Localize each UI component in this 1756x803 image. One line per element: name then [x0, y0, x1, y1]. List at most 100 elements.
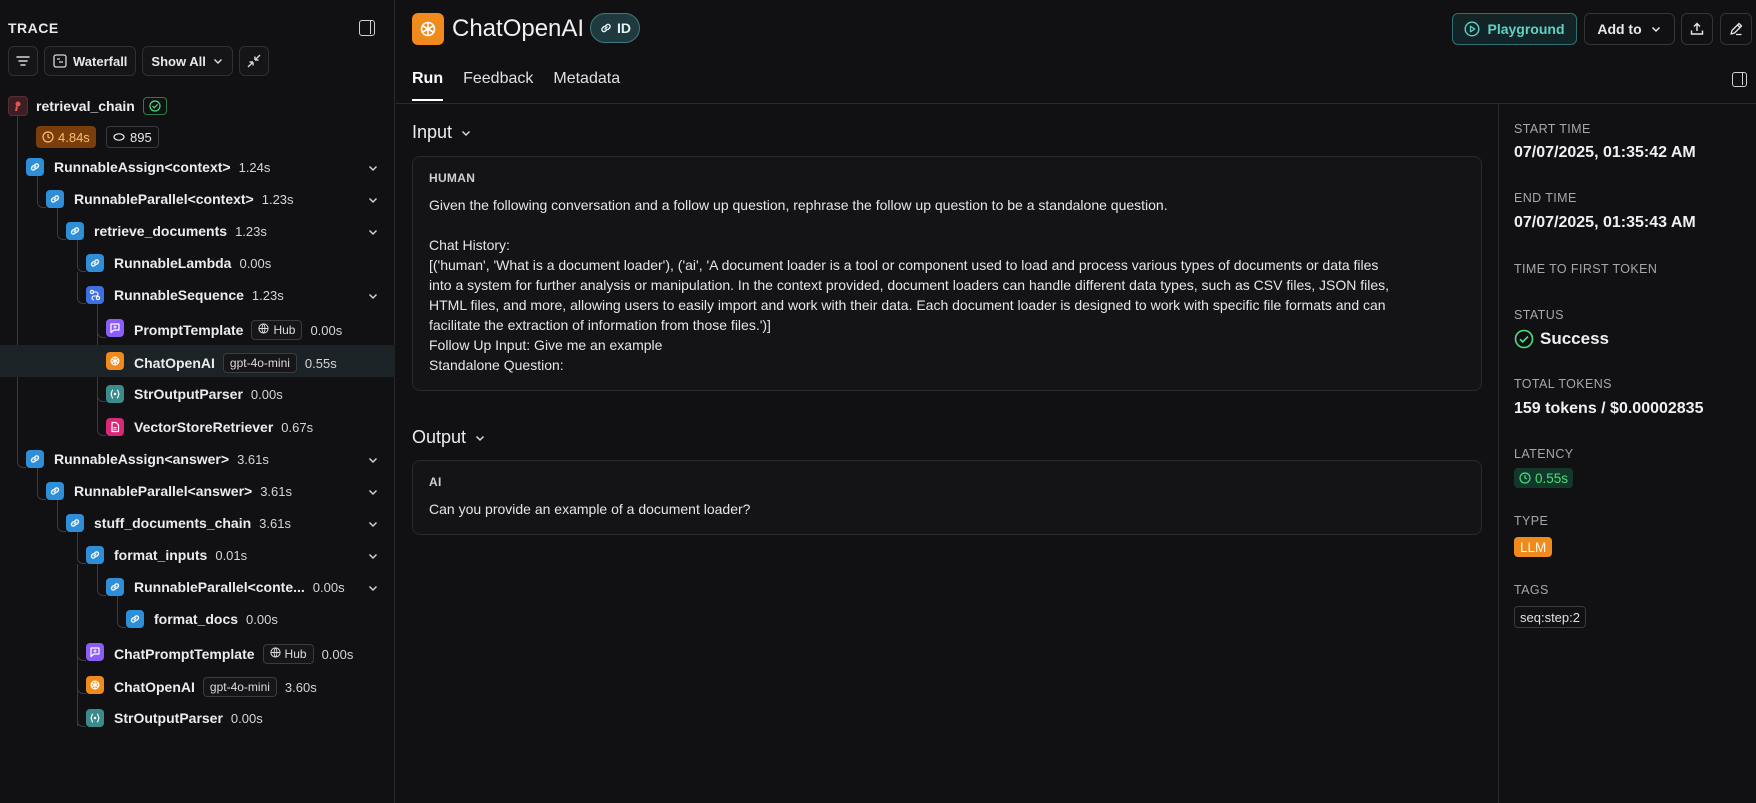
tag-chip[interactable]: seq:step:2 — [1514, 606, 1586, 628]
input-text: Given the following conversation and a f… — [429, 197, 1390, 373]
run-latency: 3.61s — [237, 451, 269, 467]
chevron-down-icon[interactable] — [367, 517, 379, 529]
collapse-all-button[interactable] — [238, 46, 269, 76]
tree-row[interactable]: ChatOpenAI gpt-4o-mini 3.60s — [0, 669, 395, 701]
waterfall-button[interactable]: Waterfall — [44, 46, 137, 76]
tree-row[interactable]: stuff_documents_chain 3.61s — [0, 507, 395, 539]
run-name: StrOutputParser — [134, 386, 243, 402]
link-icon — [601, 23, 611, 33]
chevron-down-icon — [476, 435, 485, 441]
model-chip: gpt-4o-mini — [222, 353, 297, 373]
tree-row[interactable]: retrieve_documents 1.23s — [0, 215, 395, 247]
chevron-down-icon — [1651, 26, 1660, 33]
tree-row[interactable]: ChatOpenAI gpt-4o-mini 0.55s — [0, 345, 395, 377]
input-section-toggle[interactable]: Input — [412, 122, 472, 143]
show-all-dropdown[interactable]: Show All — [142, 46, 233, 76]
tree-row-label: format_docs 0.00s — [154, 611, 278, 627]
run-latency: 3.61s — [259, 515, 291, 531]
filter-button[interactable] — [8, 46, 38, 76]
chevron-down-icon[interactable] — [367, 549, 379, 561]
tree-row[interactable]: RunnableAssign<answer> 3.61s — [0, 443, 395, 475]
run-latency: 0.00s — [239, 255, 272, 271]
chevron-down-icon[interactable] — [367, 225, 379, 237]
run-latency: 1.24s — [238, 159, 271, 175]
chevron-down-icon[interactable] — [367, 193, 379, 205]
tab-feedback[interactable]: Feedback — [463, 70, 533, 100]
hub-chip: Hub — [251, 320, 303, 340]
link-icon — [66, 514, 84, 532]
tree-row-label: RunnableParallel<context> 1.23s — [74, 191, 294, 207]
run-name: ChatPromptTemplate — [114, 646, 255, 662]
tree-row-label: VectorStoreRetriever 0.67s — [134, 419, 313, 435]
share-button[interactable] — [1681, 13, 1713, 45]
tree-row[interactable]: format_docs 0.00s — [0, 603, 395, 635]
tree-row[interactable]: RunnableSequence 1.23s — [0, 279, 395, 311]
tree-row[interactable]: RunnableAssign<context> 1.24s — [0, 151, 395, 183]
chevron-down-icon[interactable] — [367, 581, 379, 593]
collapse-panel-icon[interactable] — [359, 20, 375, 36]
link-icon — [86, 254, 104, 272]
run-name: RunnableParallel<answer> — [74, 483, 253, 499]
tab-metadata[interactable]: Metadata — [553, 70, 620, 100]
tree-row[interactable]: RunnableParallel<conte... 0.00s — [0, 571, 395, 603]
tree-row[interactable]: VectorStoreRetriever 0.67s — [0, 411, 395, 443]
add-to-dropdown[interactable]: Add to — [1584, 13, 1675, 45]
run-latency: 0.55s — [304, 355, 337, 371]
run-latency: 0.00s — [310, 322, 343, 338]
tree-row[interactable]: StrOutputParser 0.00s — [0, 378, 395, 410]
input-role: HUMAN — [429, 171, 476, 185]
run-name: RunnableSequence — [114, 287, 244, 303]
globe-icon — [269, 647, 281, 661]
tree-row[interactable]: RunnableParallel<answer> 3.61s — [0, 475, 395, 507]
run-latency: 1.23s — [261, 191, 294, 207]
tree-row[interactable]: StrOutputParser 0.00s — [0, 702, 395, 734]
check-circle-icon — [1514, 329, 1534, 349]
edit-button[interactable] — [1720, 13, 1752, 45]
tree-row[interactable]: RunnableParallel<context> 1.23s — [0, 183, 395, 215]
link-icon — [26, 158, 44, 176]
tree-row[interactable]: ChatPromptTemplate Hub 0.00s — [0, 636, 395, 668]
run-name: format_docs — [154, 611, 239, 627]
tree-row-label: PromptTemplate Hub 0.00s — [134, 320, 342, 340]
chevron-down-icon[interactable] — [367, 453, 379, 465]
trace-root[interactable]: retrieval_chain — [8, 96, 167, 116]
tree-row-label: ChatOpenAI gpt-4o-mini 3.60s — [114, 677, 317, 697]
tree-row-label: retrieve_documents 1.23s — [94, 223, 267, 239]
tab-run[interactable]: Run — [412, 70, 444, 101]
input-title: Input — [412, 122, 453, 142]
end-time-label: END TIME — [1514, 191, 1577, 205]
root-tokens: 895 — [130, 129, 152, 145]
token-coin-icon — [113, 133, 125, 141]
waterfall-icon — [53, 54, 67, 68]
link-icon — [46, 482, 64, 500]
run-latency: 1.23s — [251, 287, 284, 303]
output-section-toggle[interactable]: Output — [412, 427, 486, 448]
total-tokens-value: 159 tokens / $0.00002835 — [1514, 400, 1704, 417]
clock-icon — [42, 131, 54, 143]
model-chip: gpt-4o-mini — [202, 677, 277, 697]
chevron-down-icon[interactable] — [367, 289, 379, 301]
collapse-arrows-icon — [247, 54, 261, 68]
toggle-sidebar-icon[interactable] — [1732, 72, 1747, 87]
tags-label: TAGS — [1514, 583, 1549, 597]
chevron-down-icon[interactable] — [367, 161, 379, 173]
tree-row[interactable]: RunnableLambda 0.00s — [0, 247, 395, 279]
tree-row[interactable]: PromptTemplate Hub 0.00s — [0, 312, 395, 344]
tree-row[interactable]: format_inputs 0.01s — [0, 539, 395, 571]
copy-id-button[interactable]: ID — [590, 13, 640, 43]
latency-label: LATENCY — [1514, 447, 1574, 461]
run-latency: 1.23s — [235, 223, 267, 239]
chevron-down-icon[interactable] — [367, 485, 379, 497]
run-name: ChatOpenAI — [134, 355, 215, 371]
app-root: TRACE Waterfall Show All retrieval_chain… — [0, 0, 1756, 803]
run-latency: 0.67s — [281, 419, 314, 435]
chevron-down-icon — [213, 58, 222, 65]
playground-button[interactable]: Playground — [1452, 13, 1577, 45]
run-name: PromptTemplate — [134, 322, 244, 338]
run-name: retrieve_documents — [94, 223, 228, 239]
meta-divider — [1498, 104, 1499, 803]
add-to-label: Add to — [1597, 21, 1642, 37]
start-time-label: START TIME — [1514, 122, 1591, 136]
latency-badge: 0.55s — [1514, 468, 1574, 488]
run-latency: 0.00s — [246, 611, 278, 627]
